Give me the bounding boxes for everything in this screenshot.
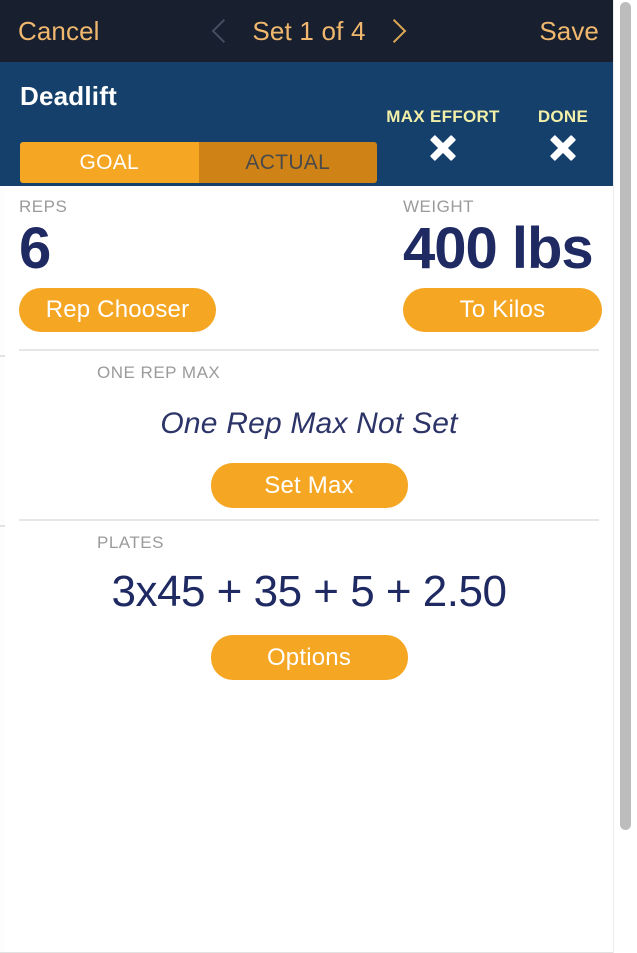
save-button[interactable]: Save (539, 16, 599, 47)
weight-label: WEIGHT (403, 197, 474, 216)
plates-value: 3x45 + 35 + 5 + 2.50 (111, 567, 507, 616)
segment-goal[interactable]: GOAL (20, 142, 199, 183)
weight-metric: WEIGHT 400 lbs To Kilos (403, 186, 608, 332)
segment-actual[interactable]: ACTUAL (198, 142, 377, 183)
app-root: Cancel Set 1 of 4 Save Deadlift MAX EFFO… (0, 0, 637, 953)
navigation-bar: Cancel Set 1 of 4 Save (5, 0, 613, 62)
reps-value: 6 (19, 216, 51, 281)
set-max-button[interactable]: Set Max (210, 463, 408, 508)
sliver-divider (0, 525, 5, 527)
x-mark-icon (546, 133, 580, 163)
max-effort-label: MAX EFFORT (386, 107, 500, 126)
sliver-body (0, 186, 5, 953)
sliver-header (0, 62, 5, 186)
to-kilos-button[interactable]: To Kilos (403, 287, 602, 332)
plates-section: PLATES 3x45 + 35 + 5 + 2.50 Options (5, 521, 613, 691)
chevron-left-icon[interactable] (213, 16, 230, 46)
done-label: DONE (537, 107, 589, 126)
reps-metric: REPS 6 Rep Chooser (19, 186, 229, 332)
rep-chooser-button[interactable]: Rep Chooser (19, 287, 216, 332)
background-screen-sliver (0, 0, 5, 953)
metrics-row: REPS 6 Rep Chooser WEIGHT 400 lbs To Kil… (5, 186, 613, 349)
set-navigator: Set 1 of 4 (5, 16, 613, 47)
plate-options-button[interactable]: Options (210, 635, 408, 680)
weight-value: 400 lbs (403, 216, 594, 281)
x-mark-icon (426, 133, 460, 163)
sliver-divider (0, 355, 5, 357)
chevron-right-icon[interactable] (388, 16, 405, 46)
max-effort-toggle[interactable]: MAX EFFORT (383, 107, 503, 163)
scrollbar-thumb[interactable] (620, 2, 631, 830)
plates-label: PLATES (97, 533, 164, 552)
vertical-scrollbar[interactable] (613, 0, 637, 953)
one-rep-max-section: ONE REP MAX One Rep Max Not Set Set Max (5, 351, 613, 519)
sliver-navbar (0, 0, 5, 62)
one-rep-max-label: ONE REP MAX (97, 363, 221, 382)
goal-actual-segmented-control[interactable]: GOAL ACTUAL (20, 142, 377, 183)
reps-label: REPS (19, 197, 68, 216)
set-details-content: REPS 6 Rep Chooser WEIGHT 400 lbs To Kil… (5, 186, 613, 953)
exercise-header: Deadlift MAX EFFORT DONE GOAL ACTUAL (5, 62, 613, 186)
set-counter-title: Set 1 of 4 (252, 15, 366, 46)
done-toggle[interactable]: DONE (517, 107, 609, 163)
exercise-name: Deadlift (20, 81, 117, 111)
one-rep-max-status: One Rep Max Not Set (160, 407, 458, 440)
set-editor-screen: Cancel Set 1 of 4 Save Deadlift MAX EFFO… (5, 0, 613, 953)
